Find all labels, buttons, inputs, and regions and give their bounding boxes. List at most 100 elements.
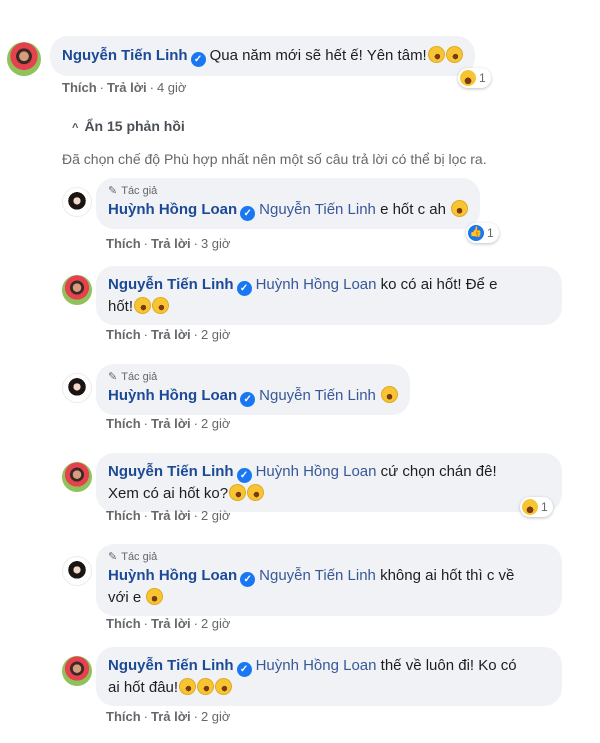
reply-bubble: ✎ Tác giả Huỳnh Hồng Loan ✓ Nguyễn Tiến Lin…	[96, 544, 562, 616]
reaction-count: 1	[487, 226, 494, 240]
avatar[interactable]	[62, 373, 92, 403]
chevron-up-icon: ^	[72, 122, 79, 134]
mention[interactable]: Nguyễn Tiến Linh	[259, 567, 376, 584]
author-badge: ✎ Tác giả	[108, 551, 158, 563]
reply-button[interactable]: Trả lời	[151, 416, 191, 431]
verified-icon: ✓	[236, 281, 252, 296]
reply-text: hốt!	[108, 298, 134, 315]
pencil-icon: ✎	[108, 185, 118, 197]
like-button[interactable]: Thích	[62, 80, 97, 95]
reply-text: với e	[108, 589, 142, 606]
like-button[interactable]: Thích	[106, 508, 141, 523]
reply-author[interactable]: Huỳnh Hồng Loan	[108, 387, 237, 404]
mention[interactable]: Huỳnh Hồng Loan	[256, 463, 377, 480]
laughing-emoji-icon	[451, 200, 469, 217]
verified-icon: ✓	[240, 572, 256, 587]
rofl-emoji-icon	[212, 675, 235, 698]
reaction-count: 1	[479, 71, 486, 85]
reaction-count: 1	[541, 500, 548, 514]
avatar[interactable]	[62, 275, 92, 305]
reply-bubble: ✎ Tác giả Huỳnh Hồng Loan ✓ Nguyễn Tiến Lin…	[96, 364, 411, 415]
reply-button[interactable]: Trả lời	[107, 80, 147, 95]
reply-text: cứ chọn chán đê!	[380, 463, 497, 480]
rofl-emoji-icon	[176, 675, 199, 698]
rofl-emoji-icon	[442, 43, 466, 66]
filter-note: Đã chọn chế độ Phù hợp nhất nên một số c…	[62, 151, 487, 167]
rofl-emoji-icon	[194, 675, 217, 698]
author-badge: ✎ Tác giả	[108, 185, 158, 197]
verified-icon: ✓	[236, 662, 252, 677]
avatar[interactable]	[62, 656, 92, 686]
reply-button[interactable]: Trả lời	[151, 327, 191, 342]
reply-actions: Thích · Trả lời · 3 giờ	[106, 236, 231, 251]
reply-author[interactable]: Huỳnh Hồng Loan	[108, 201, 237, 218]
avatar[interactable]	[62, 462, 92, 492]
mention[interactable]: Huỳnh Hồng Loan	[256, 657, 377, 674]
reply-time[interactable]: 2 giờ	[201, 709, 231, 724]
like-button[interactable]: Thích	[106, 416, 141, 431]
haha-icon	[460, 70, 476, 86]
verified-icon: ✓	[190, 52, 206, 67]
rofl-emoji-icon	[149, 294, 172, 317]
reply-author[interactable]: Nguyễn Tiến Linh	[108, 463, 234, 480]
reply-actions: Thích · Trả lời · 2 giờ	[106, 508, 231, 523]
reply-author[interactable]: Nguyễn Tiến Linh	[108, 276, 234, 293]
like-button[interactable]: Thích	[106, 709, 141, 724]
like-icon: 👍	[468, 225, 484, 241]
reply-actions: Thích · Trả lời · 2 giờ	[106, 616, 231, 631]
laughing-emoji-icon	[146, 588, 164, 605]
pencil-icon: ✎	[108, 371, 118, 383]
reaction-summary[interactable]: 1	[520, 497, 553, 517]
reply-text: ko có ai hốt! Để e	[380, 276, 498, 293]
reply-bubble: ✎ Tác giả Huỳnh Hồng Loan ✓ Nguyễn Tiến Lin…	[96, 178, 481, 229]
haha-icon	[522, 499, 538, 515]
comment-actions: Thích · Trả lời · 4 giờ	[62, 80, 187, 95]
reply-button[interactable]: Trả lời	[151, 236, 191, 251]
author-badge: ✎ Tác giả	[108, 371, 158, 383]
pencil-icon: ✎	[108, 551, 118, 563]
avatar[interactable]	[62, 187, 92, 217]
reply-time[interactable]: 2 giờ	[201, 616, 231, 631]
verified-icon: ✓	[240, 206, 256, 221]
reply-button[interactable]: Trả lời	[151, 616, 191, 631]
rofl-emoji-icon	[424, 43, 448, 66]
reply-time[interactable]: 2 giờ	[201, 327, 231, 342]
reply-time[interactable]: 2 giờ	[201, 508, 231, 523]
reply-actions: Thích · Trả lời · 2 giờ	[106, 416, 231, 431]
reply-text: thế về luôn đi! Ko có	[380, 657, 517, 674]
verified-icon: ✓	[240, 392, 256, 407]
reply-author[interactable]: Nguyễn Tiến Linh	[108, 657, 234, 674]
reply-time[interactable]: 2 giờ	[201, 416, 231, 431]
mention[interactable]: Nguyễn Tiến Linh	[259, 201, 376, 218]
reaction-summary[interactable]: 1	[458, 68, 491, 88]
comment-text: Qua năm mới sẽ hết ế! Yên tâm!	[209, 47, 427, 64]
like-button[interactable]: Thích	[106, 236, 141, 251]
like-button[interactable]: Thích	[106, 616, 141, 631]
reply-text: Xem có ai hốt ko?	[108, 485, 229, 502]
avatar[interactable]	[7, 42, 41, 76]
laughing-emoji-icon	[381, 386, 399, 403]
reply-author[interactable]: Huỳnh Hồng Loan	[108, 567, 237, 584]
mention[interactable]: Nguyễn Tiến Linh	[259, 387, 376, 404]
reply-button[interactable]: Trả lời	[151, 508, 191, 523]
hide-replies-button[interactable]: ^ Ẩn 15 phản hồi	[72, 118, 185, 134]
reply-time[interactable]: 3 giờ	[201, 236, 231, 251]
avatar[interactable]	[62, 556, 92, 586]
reply-text: không ai hốt thì c về	[380, 567, 515, 584]
mention[interactable]: Huỳnh Hồng Loan	[256, 276, 377, 293]
reaction-summary[interactable]: 👍 1	[466, 223, 499, 243]
rofl-emoji-icon	[131, 294, 154, 317]
reply-bubble: Nguyễn Tiến Linh ✓ Huỳnh Hồng Loan cứ chọn…	[96, 453, 562, 512]
reply-actions: Thích · Trả lời · 2 giờ	[106, 327, 231, 342]
comment-time[interactable]: 4 giờ	[157, 80, 187, 95]
reply-actions: Thích · Trả lời · 2 giờ	[106, 709, 231, 724]
reply-button[interactable]: Trả lời	[151, 709, 191, 724]
comment-author[interactable]: Nguyễn Tiến Linh	[62, 47, 188, 64]
verified-icon: ✓	[236, 468, 252, 483]
reply-bubble: Nguyễn Tiến Linh ✓ Huỳnh Hồng Loan ko có a…	[96, 266, 562, 325]
like-button[interactable]: Thích	[106, 327, 141, 342]
rofl-emoji-icon	[244, 481, 267, 504]
reply-bubble: Nguyễn Tiến Linh ✓ Huỳnh Hồng Loan thế về …	[96, 647, 562, 706]
rofl-emoji-icon	[226, 481, 249, 504]
reply-text: ai hốt đâu!	[108, 679, 179, 696]
